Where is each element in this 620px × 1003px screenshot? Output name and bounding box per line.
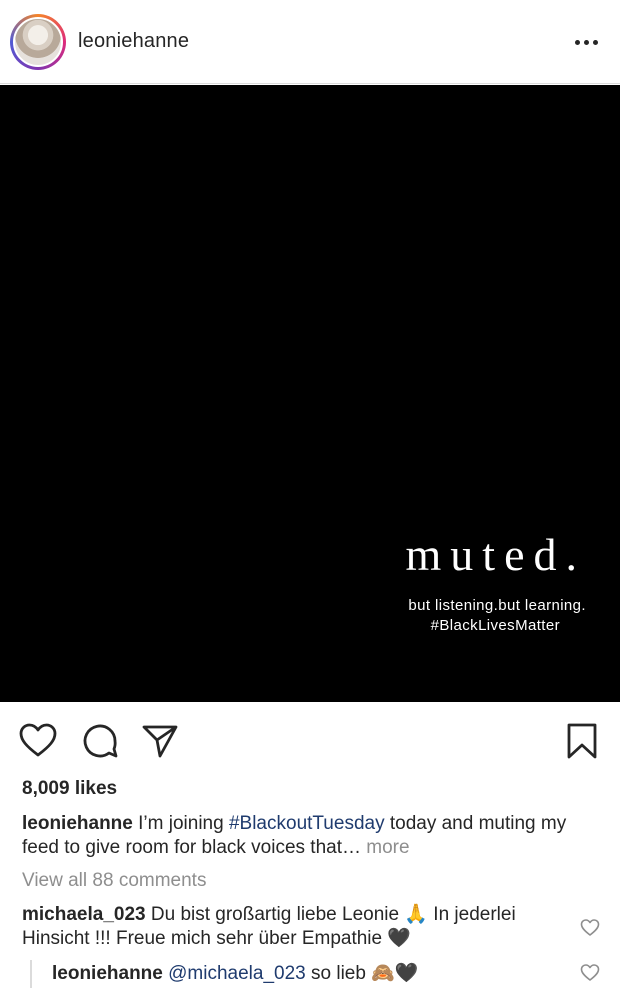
post-image[interactable]: muted. but listening.but learning. #Blac…	[0, 85, 620, 702]
share-icon[interactable]	[140, 721, 180, 761]
post-header: leoniehanne	[0, 0, 620, 84]
image-subtext-line1: but listening.but learning.	[408, 597, 586, 614]
bookmark-icon[interactable]	[562, 721, 602, 761]
comment-item: michaela_023 Du bist großartig liebe Leo…	[22, 903, 562, 951]
reply-thread-line	[30, 960, 32, 988]
caption-text-start: I’m joining	[132, 813, 229, 834]
image-headline: muted.	[405, 529, 586, 580]
reply-text: so lieb 🙈🖤	[305, 963, 419, 984]
reply-item: leoniehanne @michaela_023 so lieb 🙈🖤	[52, 962, 419, 986]
caption-hashtag[interactable]: #BlackoutTuesday	[229, 813, 385, 834]
comment-like-heart-icon[interactable]	[580, 918, 600, 938]
reply-like-heart-icon[interactable]	[580, 963, 600, 983]
avatar-story-ring[interactable]	[10, 14, 66, 70]
heart-icon[interactable]	[18, 721, 58, 761]
avatar[interactable]	[13, 17, 63, 67]
image-subtext-line2: #BlackLivesMatter	[430, 617, 560, 634]
comment-icon[interactable]	[80, 721, 120, 761]
caption-more-link[interactable]: more	[366, 837, 409, 858]
post-caption: leoniehanne I’m joining #BlackoutTuesday…	[22, 812, 602, 860]
comment-username[interactable]: michaela_023	[22, 904, 146, 925]
more-options-icon[interactable]	[575, 30, 598, 54]
reply-mention[interactable]: @michaela_023	[168, 963, 306, 984]
likes-count[interactable]: 8,009 likes	[22, 778, 117, 800]
reply-username[interactable]: leoniehanne	[52, 963, 163, 984]
post-username[interactable]: leoniehanne	[78, 30, 189, 53]
caption-username[interactable]: leoniehanne	[22, 813, 133, 834]
post-actions	[0, 703, 620, 773]
view-all-comments-link[interactable]: View all 88 comments	[22, 870, 206, 892]
